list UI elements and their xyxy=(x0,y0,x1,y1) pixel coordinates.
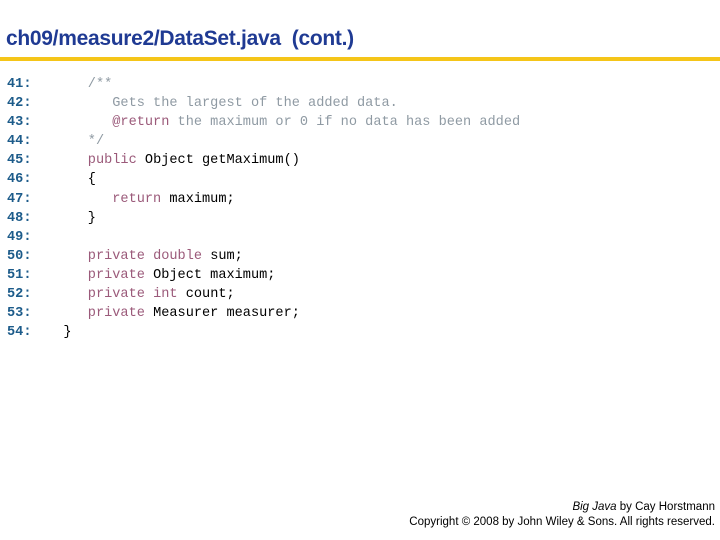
code-listing: 41: /** 42: Gets the largest of the added… xyxy=(7,75,520,342)
code-text: } xyxy=(63,325,72,341)
line-number: 47: xyxy=(7,191,32,207)
code-line: 45: public Object getMaximum() xyxy=(7,151,520,170)
line-number: 45: xyxy=(7,153,32,169)
code-line: 54: } xyxy=(7,323,520,342)
code-text: Measurer measurer; xyxy=(144,306,300,322)
line-number: 51: xyxy=(7,267,32,283)
line-number: 43: xyxy=(7,115,32,131)
code-keyword: return xyxy=(112,191,162,207)
code-keyword: private xyxy=(87,287,145,303)
code-text: Object maximum; xyxy=(144,267,276,283)
code-keyword: int xyxy=(153,287,178,303)
code-keyword: double xyxy=(153,248,203,264)
line-number: 46: xyxy=(7,172,32,188)
line-number: 53: xyxy=(7,306,32,322)
author: by Cay Horstmann xyxy=(616,501,715,513)
code-text: maximum; xyxy=(161,191,235,207)
line-number: 52: xyxy=(7,287,32,303)
code-line: 52: private int count; xyxy=(7,285,520,304)
line-number: 48: xyxy=(7,210,32,226)
line-number: 42: xyxy=(7,96,32,112)
code-keyword: private xyxy=(87,248,145,264)
line-number: 49: xyxy=(7,229,32,245)
code-line: 43: @return the maximum or 0 if no data … xyxy=(7,113,520,132)
code-comment: */ xyxy=(87,134,105,150)
code-comment: Gets the largest of the added data. xyxy=(112,96,398,112)
code-text: } xyxy=(87,210,96,226)
code-line: 42: Gets the largest of the added data. xyxy=(7,94,520,113)
line-number: 41: xyxy=(7,77,32,92)
code-keyword: private xyxy=(87,306,145,322)
code-line: 49: xyxy=(7,228,520,247)
code-line: 41: /** xyxy=(7,75,520,94)
code-line: 47: return maximum; xyxy=(7,190,520,209)
line-number: 50: xyxy=(7,248,32,264)
book-title: Big Java xyxy=(572,501,617,513)
code-line: 53: private Measurer measurer; xyxy=(7,304,520,323)
code-line: 51: private Object maximum; xyxy=(7,266,520,285)
footer-book-line: Big Java by Cay Horstmann xyxy=(409,500,715,515)
slide-title: ch09/measure2/DataSet.java (cont.) xyxy=(6,27,354,50)
code-comment: /** xyxy=(87,77,113,92)
code-keyword: private xyxy=(87,267,145,283)
code-text: { xyxy=(87,172,96,188)
line-number: 54: xyxy=(7,325,32,341)
code-line: 48: } xyxy=(7,209,520,228)
code-line: 44: */ xyxy=(7,132,520,151)
line-number: 44: xyxy=(7,134,32,150)
footer: Big Java by Cay Horstmann Copyright © 20… xyxy=(409,500,715,530)
code-text: sum; xyxy=(202,248,243,264)
code-text: Object getMaximum() xyxy=(136,153,300,169)
code-text: count; xyxy=(177,287,235,303)
code-comment: the maximum or 0 if no data has been add… xyxy=(169,115,521,131)
code-keyword: @return xyxy=(112,115,170,131)
copyright: Copyright © 2008 by John Wiley & Sons. A… xyxy=(409,516,715,528)
code-keyword: public xyxy=(87,153,137,169)
code-line: 46: { xyxy=(7,170,520,189)
title-underline-divider xyxy=(0,57,720,61)
code-line: 50: private double sum; xyxy=(7,247,520,266)
